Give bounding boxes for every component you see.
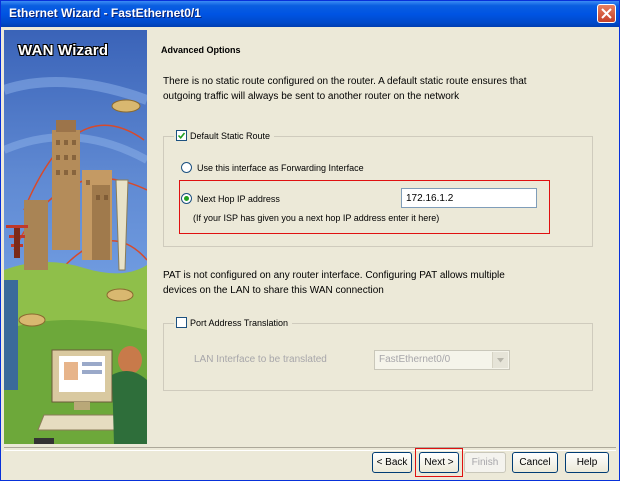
back-button[interactable]: < Back [372, 452, 412, 473]
radio-selected-dot [184, 196, 189, 201]
default-static-route-legend: Default Static Route [174, 130, 275, 141]
pat-label: Port Address Translation [190, 317, 289, 328]
next-hop-ip-input[interactable] [401, 188, 537, 208]
pat-legend: Port Address Translation [174, 317, 293, 328]
use-interface-option[interactable]: Use this interface as Forwarding Interfa… [181, 162, 364, 173]
lan-interface-label: LAN Interface to be translated [194, 354, 327, 365]
checkmark-icon [177, 132, 186, 140]
pat-description: PAT is not configured on any router inte… [163, 268, 603, 298]
static-route-description-line-2: outgoing traffic will always be sent to … [163, 91, 460, 102]
page-heading: Advanced Options [161, 45, 241, 55]
footer-separator [4, 447, 616, 451]
static-route-description: There is no static route configured on t… [163, 74, 603, 104]
pat-description-line-1: PAT is not configured on any router inte… [163, 270, 505, 281]
use-interface-label: Use this interface as Forwarding Interfa… [197, 162, 364, 173]
pat-checkbox[interactable] [176, 317, 187, 328]
wizard-side-illustration: WAN Wizard [4, 30, 147, 444]
network-illustration [4, 77, 147, 444]
static-route-description-line-1: There is no static route configured on t… [163, 76, 527, 87]
cancel-button[interactable]: Cancel [512, 452, 558, 473]
title-bar: Ethernet Wizard - FastEthernet0/1 [1, 1, 619, 27]
default-static-route-checkbox[interactable] [176, 130, 187, 141]
lan-interface-value: FastEthernet0/0 [379, 354, 451, 365]
next-hop-option[interactable]: Next Hop IP address [181, 193, 280, 204]
next-hop-label: Next Hop IP address [197, 193, 280, 204]
wizard-content: Advanced Options There is no static rout… [148, 30, 615, 444]
lan-interface-select[interactable]: FastEthernet0/0 [374, 350, 510, 370]
help-button[interactable]: Help [565, 452, 609, 473]
next-hop-radio[interactable] [181, 193, 192, 204]
wizard-window: Ethernet Wizard - FastEthernet0/1 WAN Wi… [0, 0, 620, 481]
chevron-down-icon [492, 352, 508, 368]
wizard-title: WAN Wizard [18, 42, 109, 59]
use-interface-radio[interactable] [181, 162, 192, 173]
finish-button[interactable]: Finish [464, 452, 506, 473]
pat-description-line-2: devices on the LAN to share this WAN con… [163, 285, 384, 296]
close-icon [601, 8, 612, 19]
next-hop-note: (If your ISP has given you a next hop IP… [193, 213, 440, 223]
next-button-highlight [415, 448, 463, 477]
window-title: Ethernet Wizard - FastEthernet0/1 [9, 6, 201, 20]
default-static-route-label: Default Static Route [190, 130, 271, 141]
close-button[interactable] [597, 4, 616, 23]
